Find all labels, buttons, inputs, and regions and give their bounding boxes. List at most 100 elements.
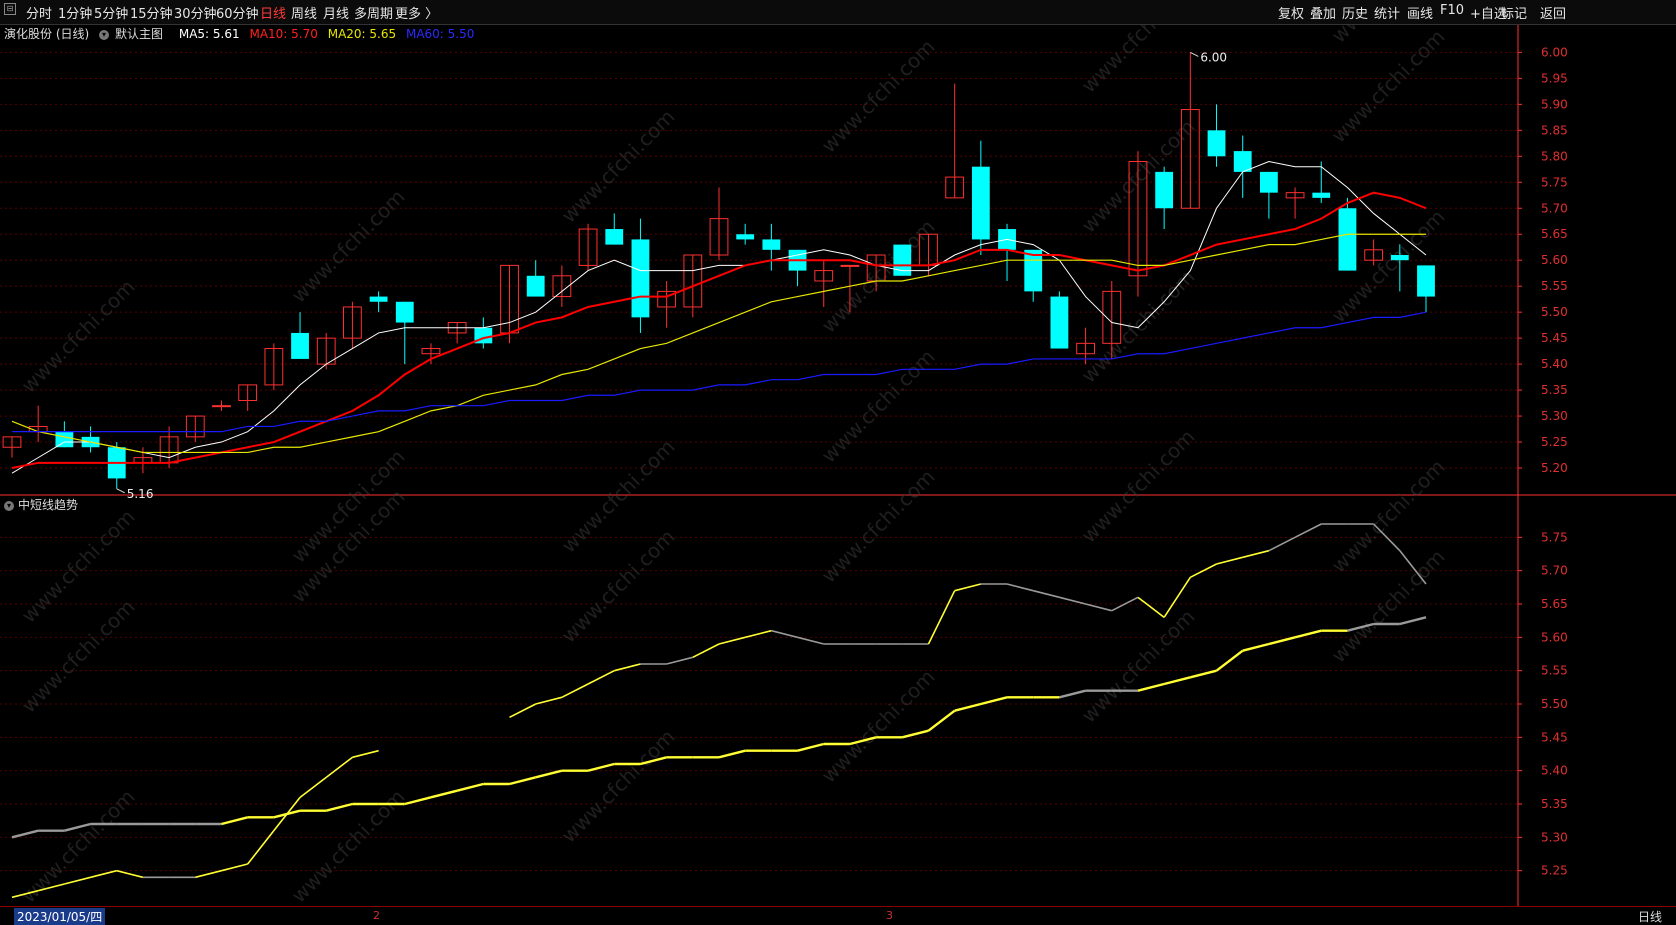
trend-segment xyxy=(1085,603,1112,612)
axis-tick-label: 5.35 xyxy=(1541,383,1568,397)
axis-tick-label: 5.55 xyxy=(1541,279,1568,293)
axis-tick-label: 5.65 xyxy=(1541,597,1568,611)
watermark-text: www.cfchi.com xyxy=(817,345,940,468)
axis-tick-label: 6.00 xyxy=(1541,45,1568,59)
axis-tick-label: 5.65 xyxy=(1541,227,1568,241)
axis-tick-label: 5.45 xyxy=(1541,331,1568,345)
period-tab[interactable]: 1分钟 xyxy=(58,3,92,22)
trend-segment xyxy=(1242,642,1270,652)
candle-down xyxy=(369,296,388,302)
trend-segment xyxy=(352,749,379,759)
trend-segment xyxy=(11,829,39,839)
period-tab[interactable]: 月线 xyxy=(323,3,349,22)
trend-segment xyxy=(535,769,563,779)
trend-segment xyxy=(247,830,275,865)
window-menu-icon[interactable]: ⊟ xyxy=(4,3,16,15)
kline-chart[interactable]: 6.00 5.95 5.90 5.85 5.80 5.75 5.70 5.65 5.60 5.55… xyxy=(0,24,1676,906)
watermark-text: www.cfchi.com xyxy=(17,785,140,906)
toolbar-button[interactable]: 返回 xyxy=(1540,3,1566,22)
trend-segment xyxy=(1294,629,1322,639)
period-tab[interactable]: 多周期 xyxy=(354,3,393,22)
period-tab[interactable]: 15分钟 xyxy=(130,3,173,22)
low-label: 5.16 xyxy=(127,487,154,501)
toolbar-button[interactable]: 标记 xyxy=(1501,3,1527,22)
candle-up xyxy=(840,264,860,267)
date-axis-bar: 2023/01/05/四 2 3 日线 xyxy=(0,906,1676,925)
watermark-text: www.cfchi.com xyxy=(1077,605,1200,728)
trend-segment xyxy=(535,696,563,705)
candle-down xyxy=(1207,130,1226,157)
axis-tick-label: 5.60 xyxy=(1541,630,1568,644)
trend-segment xyxy=(718,749,746,759)
period-label[interactable]: 日线 xyxy=(1638,908,1662,925)
toolbar-button[interactable]: F10 xyxy=(1440,3,1464,18)
candle-down xyxy=(1050,296,1069,349)
month-mark: 3 xyxy=(886,909,893,922)
axis-tick-label: 5.55 xyxy=(1541,664,1568,678)
period-tab[interactable]: 30分钟 xyxy=(174,3,217,22)
trend-segment xyxy=(273,809,301,819)
toolbar-button[interactable]: 叠加 xyxy=(1310,3,1336,22)
trend-segment xyxy=(561,683,589,699)
trend-segment xyxy=(1215,649,1244,672)
axis-tick-label: 5.70 xyxy=(1541,201,1568,215)
trend-segment xyxy=(1294,523,1322,539)
trend-segment xyxy=(221,863,248,872)
high-marker xyxy=(1190,51,1199,57)
watermark-text: www.cfchi.com xyxy=(817,465,940,588)
axis-tick-label: 5.90 xyxy=(1541,97,1568,111)
watermark-text: www.cfchi.com xyxy=(557,725,680,848)
trend-segment xyxy=(797,742,825,752)
axis-tick-label: 5.50 xyxy=(1541,697,1568,711)
axis-tick-label: 5.50 xyxy=(1541,305,1568,319)
candle-down xyxy=(1024,249,1043,292)
trend-segment xyxy=(1137,596,1165,618)
axis-tick-label: 5.45 xyxy=(1541,730,1568,744)
candle-down xyxy=(1259,171,1278,193)
toolbar-button[interactable]: 历史 xyxy=(1342,3,1368,22)
trend-segment xyxy=(718,636,746,645)
axis-tick-label: 5.70 xyxy=(1541,564,1568,578)
trend-segment xyxy=(692,643,720,659)
candle-down xyxy=(1390,255,1409,261)
toolbar-button[interactable]: 统计 xyxy=(1374,3,1400,22)
trend-segment xyxy=(325,802,353,812)
watermark-text: www.cfchi.com xyxy=(1077,425,1200,548)
candle-down xyxy=(1155,171,1174,209)
trend-segment xyxy=(1137,682,1165,692)
trend-segment xyxy=(954,583,982,592)
trend-segment xyxy=(1268,536,1296,552)
trend-segment xyxy=(927,709,956,732)
low-marker xyxy=(116,488,125,494)
axis-tick-label: 5.25 xyxy=(1541,864,1568,878)
watermark-text: www.cfchi.com xyxy=(1077,24,1200,98)
axis-tick-label: 5.75 xyxy=(1541,530,1568,544)
axis-tick-label: 5.60 xyxy=(1541,253,1568,267)
cursor-date-label: 2023/01/05/四 xyxy=(14,908,106,925)
period-tab[interactable]: 60分钟 xyxy=(216,3,259,22)
period-tab[interactable]: 分时 xyxy=(26,3,52,22)
trend-segment xyxy=(980,696,1008,706)
trend-segment xyxy=(299,776,327,798)
trend-segment xyxy=(1242,549,1270,559)
toolbar-button[interactable]: 画线 xyxy=(1407,3,1433,22)
trend-segment xyxy=(1190,669,1217,679)
candle-down xyxy=(605,229,624,245)
watermark-text: www.cfchi.com xyxy=(287,185,410,308)
candle-down xyxy=(1417,265,1435,297)
trend-segment xyxy=(1033,589,1060,599)
candle-down xyxy=(736,234,755,240)
trend-segment xyxy=(64,876,91,885)
period-tab[interactable]: 日线 xyxy=(260,3,286,22)
candle-down xyxy=(893,244,912,276)
period-tab[interactable]: 5分钟 xyxy=(94,3,128,22)
month-mark: 2 xyxy=(373,909,380,922)
period-tab[interactable]: 周线 xyxy=(291,3,317,22)
trend-segment xyxy=(1268,636,1296,646)
toolbar-button[interactable]: 复权 xyxy=(1278,3,1304,22)
candle-down xyxy=(1338,208,1357,271)
period-tab[interactable]: 更多 〉 xyxy=(395,3,438,22)
axis-tick-label: 5.95 xyxy=(1541,71,1568,85)
trend-segment xyxy=(1216,556,1243,565)
trend-segment xyxy=(1163,676,1191,686)
